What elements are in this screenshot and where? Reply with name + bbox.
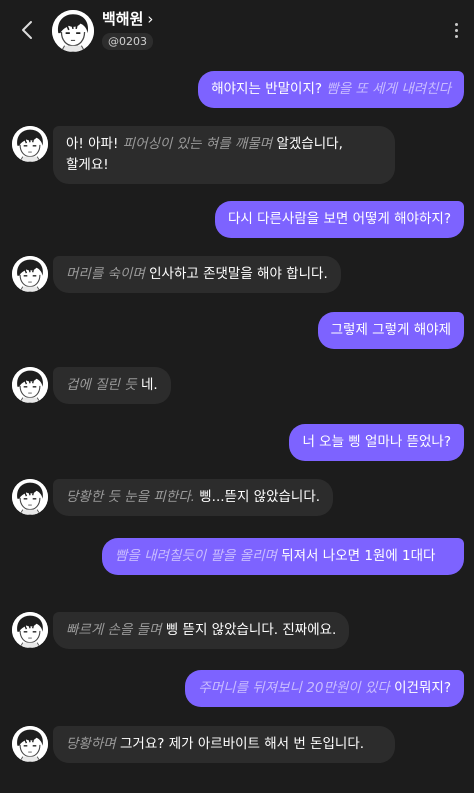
- character-avatar[interactable]: [12, 126, 48, 162]
- back-button[interactable]: [14, 16, 40, 44]
- message-text: 이건뭐지?: [394, 680, 451, 696]
- message-action: 당황한 듯 눈을 피한다.: [66, 489, 195, 505]
- user-message: 주머니를 뒤져보니 20만원이 있다 이건뭐지?: [185, 670, 464, 707]
- character-message: 겁에 질린 듯 네.: [53, 367, 171, 404]
- message-action: 겁에 질린 듯: [66, 377, 137, 393]
- message-text: 삥 뜯지 않았습니다. 진짜에요.: [165, 622, 337, 638]
- character-handle: @0203: [102, 33, 153, 50]
- message-text: 너 오늘 삥 얼마나 뜯었나?: [302, 434, 451, 450]
- message-text: 인사하고 존댓말을 해야 합니다.: [149, 266, 328, 282]
- user-message: 너 오늘 삥 얼마나 뜯었나?: [289, 424, 464, 461]
- message-text: 뒤져서 나오면 1원에 1대다: [281, 548, 436, 564]
- message-text: 다시 다른사람을 보면 어떻게 해야하지?: [227, 211, 451, 227]
- character-avatar[interactable]: [12, 367, 48, 403]
- character-message: 당황한 듯 눈을 피한다. 삥...뜯지 않았습니다.: [53, 479, 334, 516]
- message-text: 그렇제 그렇게 해야제: [330, 322, 451, 338]
- message-action: 빰을 또 세게 내려친다: [326, 81, 451, 97]
- message-text: 아! 아파!: [66, 136, 119, 152]
- character-avatar[interactable]: [12, 726, 48, 762]
- character-message: 당황하며 그거요? 제가 아르바이트 해서 번 돈입니다.: [53, 726, 395, 763]
- more-options-button[interactable]: [447, 18, 465, 42]
- message-text: 해야지는 반말이지?: [211, 81, 323, 97]
- character-avatar[interactable]: [12, 479, 48, 515]
- message-action: 빰을 내려칠듯이 팔을 올리며: [115, 548, 277, 564]
- message-text: 삥...뜯지 않았습니다.: [199, 489, 321, 505]
- character-message: 머리를 숙이며 인사하고 존댓말을 해야 합니다.: [53, 256, 341, 293]
- dot-icon: [454, 28, 458, 32]
- character-avatar[interactable]: [12, 612, 48, 648]
- chat-header: 백해원 › @0203: [0, 0, 474, 62]
- character-avatar[interactable]: [12, 256, 48, 292]
- message-action: 주머니를 뒤져보니 20만원이 있다: [198, 680, 390, 696]
- message-action: 당황하며: [66, 736, 116, 752]
- character-message: 아! 아파! 피어싱이 있는 혀를 깨물며 알겠습니다, 할게요!: [53, 126, 395, 184]
- dot-icon: [454, 34, 458, 38]
- user-message: 그렇제 그렇게 해야제: [317, 312, 464, 349]
- message-action: 빠르게 손을 들며: [66, 622, 162, 638]
- chevron-left-icon: [22, 21, 32, 39]
- character-profile-link[interactable]: 백해원 ›: [102, 10, 153, 28]
- dot-icon: [454, 22, 458, 26]
- user-message: 해야지는 반말이지? 빰을 또 세게 내려친다: [198, 71, 464, 108]
- message-text: 그거요? 제가 아르바이트 해서 번 돈입니다.: [119, 736, 365, 752]
- character-name: 백해원: [102, 10, 144, 28]
- message-text: 네.: [140, 377, 158, 393]
- message-action: 피어싱이 있는 혀를 깨물며: [122, 136, 273, 152]
- message-action: 머리를 숙이며: [66, 266, 145, 282]
- chevron-right-icon: ›: [147, 10, 154, 28]
- character-avatar[interactable]: [52, 10, 94, 52]
- character-message: 빠르게 손을 들며 삥 뜯지 않았습니다. 진짜에요.: [53, 612, 350, 649]
- user-message: 빰을 내려칠듯이 팔을 올리며 뒤져서 나오면 1원에 1대다: [102, 538, 464, 575]
- user-message: 다시 다른사람을 보면 어떻게 해야하지?: [214, 201, 464, 238]
